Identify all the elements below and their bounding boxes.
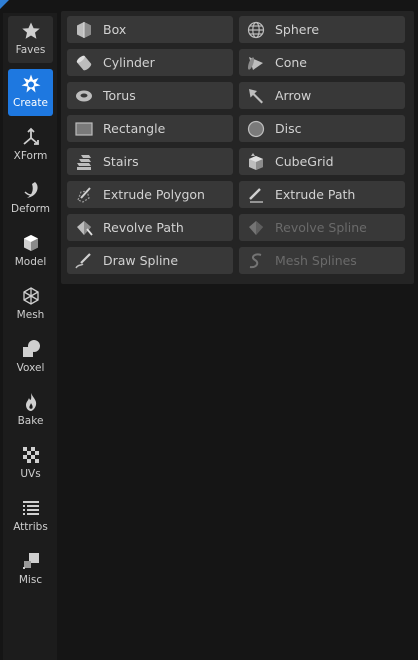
tool-label: Mesh Splines <box>275 253 357 268</box>
star-icon <box>20 20 42 42</box>
tool-label: Sphere <box>275 22 320 37</box>
category-label-uvs: UVs <box>20 468 41 480</box>
tool-label: Disc <box>275 121 302 136</box>
tool-arrow-button[interactable]: Arrow <box>239 82 405 109</box>
tool-torus-button[interactable]: Torus <box>67 82 233 109</box>
tool-disc-button[interactable]: Disc <box>239 115 405 142</box>
category-label-misc: Misc <box>18 574 43 586</box>
tool-extrude-path-button[interactable]: Extrude Path <box>239 181 405 208</box>
category-attribs[interactable]: Attribs <box>8 493 53 540</box>
category-create[interactable]: Create <box>8 69 53 116</box>
tool-sphere-button[interactable]: Sphere <box>239 16 405 43</box>
arrow-icon <box>247 87 265 105</box>
tool-rectangle-button[interactable]: Rectangle <box>67 115 233 142</box>
voxel-icon <box>20 338 42 360</box>
category-label-bake: Bake <box>17 415 44 427</box>
uv-checker-icon <box>20 444 42 466</box>
category-sidebar: Faves Create XForm Deform Model Mesh Vox… <box>3 13 57 660</box>
category-bake[interactable]: Bake <box>8 387 53 434</box>
category-model[interactable]: Model <box>8 228 53 275</box>
tool-label: Cylinder <box>103 55 155 70</box>
category-deform[interactable]: Deform <box>8 175 53 222</box>
tool-label: Arrow <box>275 88 312 103</box>
tool-label: Revolve Spline <box>275 220 367 235</box>
mesh-splines-icon <box>247 252 265 270</box>
extrude-polygon-icon <box>75 186 93 204</box>
mesh-icon <box>20 285 42 307</box>
tool-extrude-polygon-button[interactable]: Extrude Polygon <box>67 181 233 208</box>
create-icon <box>20 73 42 95</box>
category-label-deform: Deform <box>10 203 51 215</box>
category-label-voxel: Voxel <box>16 362 45 374</box>
tool-label: Stairs <box>103 154 139 169</box>
cylinder-icon <box>75 54 93 72</box>
tool-label: Extrude Path <box>275 187 356 202</box>
model-cube-icon <box>20 232 42 254</box>
window-corner-marker <box>0 0 9 9</box>
category-uvs[interactable]: UVs <box>8 440 53 487</box>
tool-label: Revolve Path <box>103 220 184 235</box>
category-misc[interactable]: Misc <box>8 546 53 593</box>
tool-revolve-spline-button[interactable]: Revolve Spline <box>239 214 405 241</box>
torus-icon <box>75 87 93 105</box>
revolve-spline-icon <box>247 219 265 237</box>
tool-stairs-button[interactable]: Stairs <box>67 148 233 175</box>
category-label-faves: Faves <box>15 44 46 56</box>
tool-label: CubeGrid <box>275 154 334 169</box>
category-faves[interactable]: Faves <box>8 16 53 63</box>
draw-spline-icon <box>75 252 93 270</box>
tool-mesh-splines-button[interactable]: Mesh Splines <box>239 247 405 274</box>
xform-axes-icon <box>20 126 42 148</box>
tool-label: Draw Spline <box>103 253 179 268</box>
stairs-icon <box>75 153 93 171</box>
tool-cylinder-button[interactable]: Cylinder <box>67 49 233 76</box>
tool-label: Extrude Polygon <box>103 187 205 202</box>
category-xform[interactable]: XForm <box>8 122 53 169</box>
sphere-icon <box>247 21 265 39</box>
misc-icon <box>20 550 42 572</box>
box-icon <box>75 21 93 39</box>
category-voxel[interactable]: Voxel <box>8 334 53 381</box>
disc-icon <box>247 120 265 138</box>
cone-icon <box>247 54 265 72</box>
tool-draw-spline-button[interactable]: Draw Spline <box>67 247 233 274</box>
revolve-path-icon <box>75 219 93 237</box>
rectangle-icon <box>75 120 93 138</box>
extrude-path-icon <box>247 186 265 204</box>
tool-label: Torus <box>103 88 136 103</box>
tool-label: Cone <box>275 55 307 70</box>
tool-label: Box <box>103 22 127 37</box>
attribs-list-icon <box>20 497 42 519</box>
category-label-create: Create <box>13 97 48 109</box>
bake-flame-icon <box>20 391 42 413</box>
category-mesh[interactable]: Mesh <box>8 281 53 328</box>
tool-box-button[interactable]: Box <box>67 16 233 43</box>
category-label-xform: XForm <box>13 150 48 162</box>
category-label-model: Model <box>14 256 47 268</box>
tool-cubegrid-button[interactable]: CubeGrid <box>239 148 405 175</box>
category-label-attribs: Attribs <box>13 521 48 533</box>
tool-label: Rectangle <box>103 121 166 136</box>
cubegrid-icon <box>247 152 265 171</box>
tool-revolve-path-button[interactable]: Revolve Path <box>67 214 233 241</box>
deform-icon <box>20 179 42 201</box>
tool-cone-button[interactable]: Cone <box>239 49 405 76</box>
category-label-mesh: Mesh <box>16 309 45 321</box>
create-tools-panel: Box Sphere Cylinder Cone Torus Arrow Rec… <box>61 11 414 284</box>
